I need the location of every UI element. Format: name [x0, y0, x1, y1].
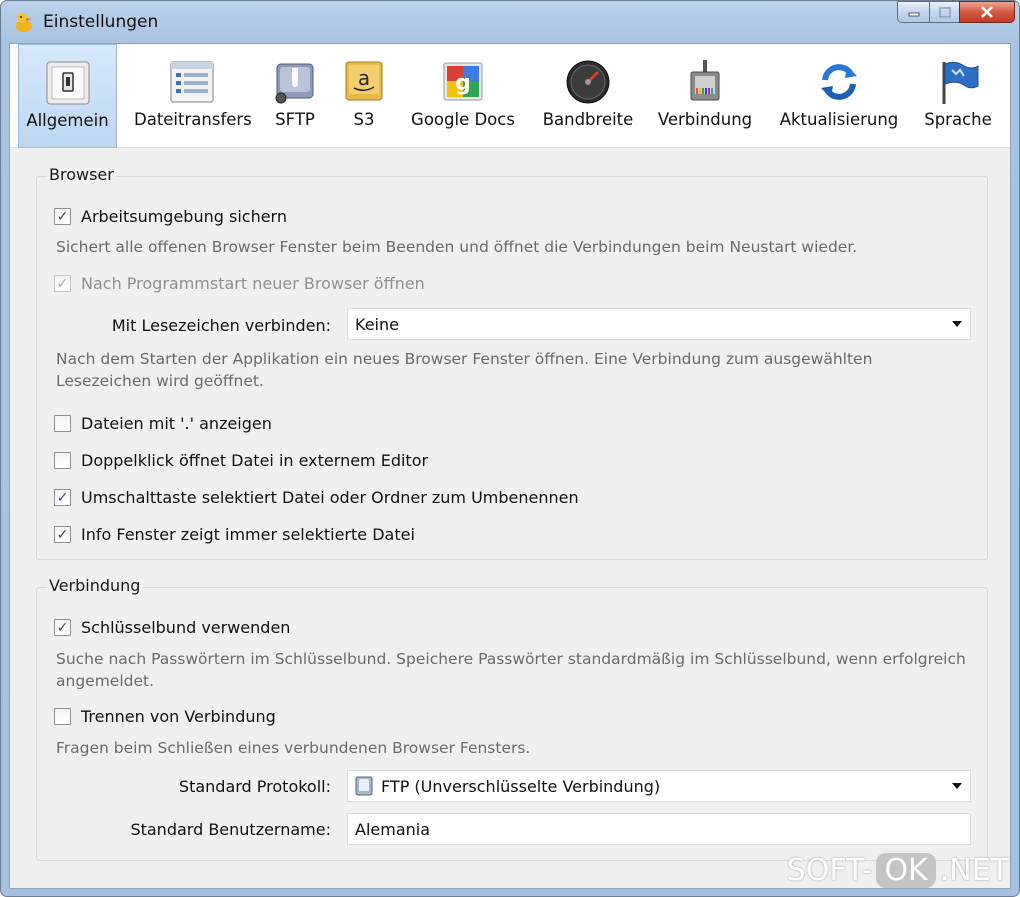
use-keychain-checkbox-row[interactable]: ✓ Schlüsselbund verwenden [54, 618, 290, 637]
network-plug-icon [690, 60, 720, 101]
disconnect-checkbox-row[interactable]: Trennen von Verbindung [54, 707, 276, 726]
tab-verbindung[interactable]: Verbindung [652, 44, 758, 148]
tab-label: Sprache [924, 110, 992, 129]
protocol-label: Standard Protokoll: [178, 777, 331, 796]
save-workspace-label: Arbeitsumgebung sichern [81, 207, 287, 226]
protocol-select[interactable]: FTP (Unverschlüsselte Verbindung) [347, 770, 971, 802]
connection-group: Verbindung ✓ Schlüsselbund verwenden Suc… [36, 576, 988, 861]
close-icon [981, 6, 993, 18]
chevron-down-icon [952, 321, 962, 327]
tab-bandbreite[interactable]: Bandbreite [536, 44, 640, 148]
save-workspace-checkbox[interactable]: ✓ [54, 208, 71, 225]
maximize-icon [938, 6, 951, 18]
tab-sprache[interactable]: Sprache [916, 44, 1000, 148]
watermark-part2: OK [876, 853, 936, 888]
preferences-content: Allgemein Dateitransfers SFTP a S3 g Goo… [9, 43, 1011, 889]
preferences-toolbar: Allgemein Dateitransfers SFTP a S3 g Goo… [10, 44, 1010, 148]
tab-label: Bandbreite [542, 110, 634, 129]
duck-app-icon [16, 13, 32, 32]
switch-icon [46, 61, 89, 105]
bookmark-description-line2: Lesezeichen wird geöffnet. [56, 372, 264, 390]
save-workspace-checkbox-row[interactable]: ✓ Arbeitsumgebung sichern [54, 207, 287, 226]
tab-sftp[interactable]: SFTP [266, 44, 324, 148]
save-workspace-description: Sichert alle offenen Browser Fenster bei… [56, 238, 858, 256]
keychain-description-line1: Suche nach Passwörtern im Schlüsselbund.… [56, 650, 966, 668]
ftp-drive-icon [355, 776, 373, 796]
tab-allgemein[interactable]: Allgemein [18, 44, 117, 148]
window-controls [897, 1, 1015, 29]
sftp-drive-icon [275, 63, 314, 104]
tab-google-docs[interactable]: g Google Docs [406, 44, 520, 148]
bookmark-label: Mit Lesezeichen verbinden: [111, 316, 331, 335]
refresh-icon [821, 64, 857, 100]
close-button[interactable] [959, 1, 1015, 23]
svg-text:a: a [358, 66, 370, 90]
show-hidden-label: Dateien mit '.' anzeigen [81, 414, 272, 433]
bookmark-description-line1: Nach dem Starten der Applikation ein neu… [56, 350, 873, 368]
browser-group-legend: Browser [47, 165, 116, 184]
username-input[interactable] [347, 813, 971, 845]
new-browser-label: Nach Programmstart neuer Browser öffnen [81, 274, 425, 293]
watermark-part1: SOFT- [786, 853, 873, 888]
disconnect-label: Trennen von Verbindung [81, 707, 276, 726]
google-docs-icon: g [443, 62, 483, 101]
maximize-button[interactable] [929, 1, 959, 23]
minimize-button[interactable] [897, 1, 929, 23]
watermark-part3: .NET [939, 853, 1009, 888]
bookmark-select[interactable]: Keine [347, 308, 971, 340]
show-hidden-checkbox-row[interactable]: Dateien mit '.' anzeigen [54, 414, 272, 433]
use-keychain-label: Schlüsselbund verwenden [81, 618, 291, 637]
browser-group: Browser ✓ Arbeitsumgebung sichern Sicher… [36, 165, 988, 560]
connection-group-legend: Verbindung [47, 576, 143, 595]
tab-dateitransfers[interactable]: Dateitransfers [134, 44, 252, 148]
info-selected-checkbox[interactable]: ✓ [54, 526, 71, 543]
tab-s3[interactable]: a S3 [336, 44, 392, 148]
show-hidden-checkbox[interactable] [54, 415, 71, 432]
s3-amazon-icon: a [345, 61, 383, 101]
tab-label: SFTP [275, 110, 315, 129]
window-title: Einstellungen [43, 12, 159, 32]
tab-label: Dateitransfers [134, 110, 252, 129]
minimize-icon [908, 12, 919, 17]
preferences-window: Einstellungen Allgemein Dateitransfers S… [0, 0, 1020, 897]
double-click-editor-label: Doppelklick öffnet Datei in externem Edi… [81, 451, 429, 470]
double-click-editor-checkbox-row[interactable]: Doppelklick öffnet Datei in externem Edi… [54, 451, 428, 470]
use-keychain-checkbox[interactable]: ✓ [54, 619, 71, 636]
tab-aktualisierung[interactable]: Aktualisierung [774, 44, 904, 148]
disconnect-description: Fragen beim Schließen eines verbundenen … [56, 739, 531, 757]
new-browser-checkbox-row: ✓ Nach Programmstart neuer Browser öffne… [54, 274, 425, 293]
username-label: Standard Benutzername: [130, 820, 331, 839]
keychain-description-line2: angemeldet. [56, 672, 155, 690]
flag-icon [942, 61, 979, 104]
shift-rename-checkbox-row[interactable]: ✓ Umschalttaste selektiert Datei oder Or… [54, 488, 579, 507]
shift-rename-checkbox[interactable]: ✓ [54, 489, 71, 506]
tab-label: Verbindung [657, 110, 753, 129]
transfer-list-icon [170, 61, 214, 103]
speedometer-icon [566, 60, 610, 104]
chevron-down-icon [952, 783, 962, 789]
shift-rename-label: Umschalttaste selektiert Datei oder Ordn… [81, 488, 579, 507]
info-selected-label: Info Fenster zeigt immer selektierte Dat… [81, 525, 415, 544]
tab-label: Aktualisierung [779, 110, 899, 129]
double-click-editor-checkbox[interactable] [54, 452, 71, 469]
protocol-select-value: FTP (Unverschlüsselte Verbindung) [381, 776, 661, 796]
disconnect-checkbox[interactable] [54, 708, 71, 725]
bookmark-select-value: Keine [355, 314, 399, 334]
tab-label: Allgemein [26, 111, 109, 130]
svg-text:g: g [455, 71, 471, 96]
title-bar[interactable]: Einstellungen [1, 1, 1019, 43]
tab-label: Google Docs [411, 110, 515, 129]
watermark: SOFT- OK .NET [787, 853, 1009, 888]
tab-label: S3 [353, 110, 375, 129]
info-selected-checkbox-row[interactable]: ✓ Info Fenster zeigt immer selektierte D… [54, 525, 415, 544]
new-browser-checkbox: ✓ [54, 275, 71, 292]
